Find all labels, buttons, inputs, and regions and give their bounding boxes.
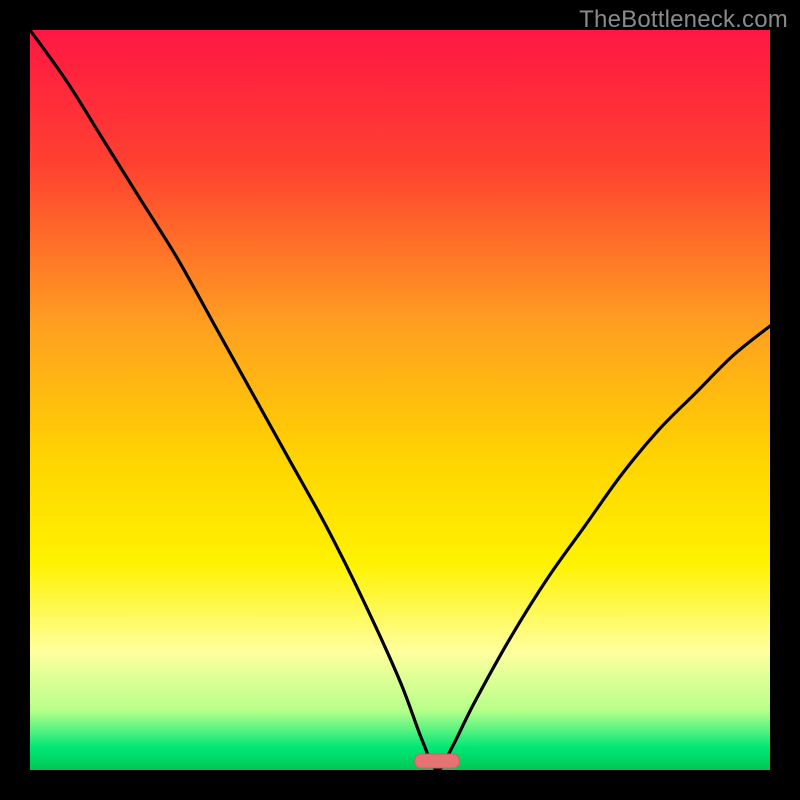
optimal-marker xyxy=(415,754,459,768)
plot-area xyxy=(30,30,770,770)
chart-svg xyxy=(30,30,770,770)
chart-root: TheBottleneck.com xyxy=(0,0,800,800)
gradient-background xyxy=(30,30,770,770)
